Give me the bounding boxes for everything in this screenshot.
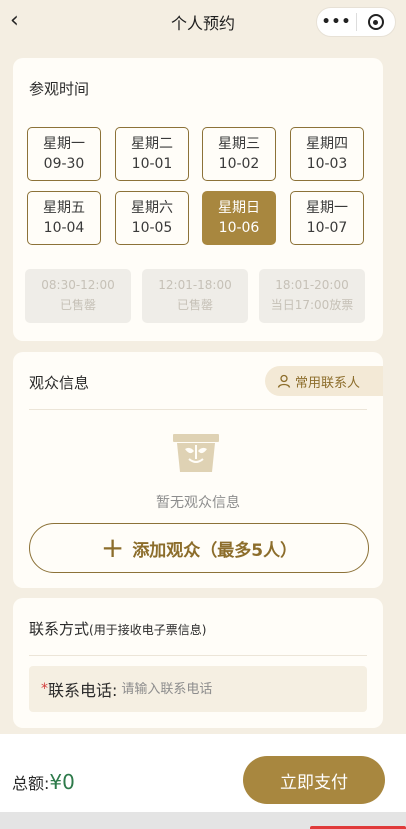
phone-label: 联系电话: [48, 681, 118, 700]
contact-title-note: (用于接收电子票信息) [89, 623, 207, 637]
time-slot-pending: 18:01-20:00 当日17:00放票 [259, 269, 365, 323]
date-option[interactable]: 星期一 09-30 [27, 127, 101, 181]
add-audience-button[interactable]: + 添加观众（最多5人） [29, 523, 369, 573]
close-target-icon[interactable] [357, 14, 395, 30]
slot-status: 已售罄 [59, 298, 96, 312]
time-slot-sold-out: 08:30-12:00 已售罄 [25, 269, 131, 323]
slot-status: 当日17:00放票 [270, 298, 354, 312]
date-option[interactable]: 星期四 10-03 [290, 127, 364, 181]
contact-title-text: 联系方式 [29, 620, 90, 638]
slot-time: 12:01-18:00 [158, 278, 232, 292]
time-slot-sold-out: 12:01-18:00 已售罄 [142, 269, 248, 323]
date-value: 10-07 [306, 220, 348, 236]
audience-title: 观众信息 [29, 374, 90, 392]
date-day: 星期一 [306, 200, 348, 216]
date-value: 10-01 [131, 156, 173, 172]
date-option[interactable]: 星期五 10-04 [27, 191, 101, 245]
total-label: 总额: [12, 774, 50, 793]
date-value: 10-03 [306, 156, 348, 172]
date-value: 10-05 [131, 220, 173, 236]
date-option[interactable]: 星期三 10-02 [202, 127, 276, 181]
divider [29, 409, 367, 410]
date-day: 星期三 [218, 136, 260, 152]
date-day: 星期一 [43, 136, 85, 152]
contact-title: 联系方式(用于接收电子票信息) [29, 618, 206, 639]
mini-program-capsule: ••• [316, 7, 396, 37]
audience-card: 观众信息 常用联系人 暂无观众信息 + 添加观众（最多5人） [13, 352, 383, 588]
date-option[interactable]: 星期六 10-05 [115, 191, 189, 245]
slot-status: 已售罄 [176, 298, 213, 312]
frequent-contacts-label: 常用联系人 [295, 375, 361, 391]
empty-bronze-mask-icon [173, 434, 219, 472]
empty-audience-text: 暂无观众信息 [156, 495, 240, 511]
date-day: 星期四 [306, 136, 348, 152]
visit-time-card: 参观时间 星期一 09-30 星期二 10-01 星期三 10-02 星期四 1… [13, 58, 383, 341]
required-mark: * [41, 681, 48, 697]
checkout-bar: 总额:¥0 立即支付 [0, 734, 406, 812]
add-audience-label: 添加观众（最多5人） [132, 540, 298, 561]
date-value: 10-04 [43, 220, 85, 236]
date-option[interactable]: 星期二 10-01 [115, 127, 189, 181]
plus-icon: + [100, 531, 125, 564]
phone-input[interactable] [121, 681, 322, 697]
date-value: 09-30 [43, 156, 85, 172]
date-option-selected[interactable]: 星期日 10-06 [202, 191, 276, 245]
date-day: 星期日 [218, 200, 260, 216]
phone-field-row[interactable]: * 联系电话: [29, 666, 367, 712]
date-value: 10-06 [218, 220, 260, 236]
chevron-left-icon[interactable]: ‹ [10, 8, 19, 33]
slot-time: 08:30-12:00 [41, 278, 115, 292]
slot-time: 18:01-20:00 [275, 278, 349, 292]
frequent-contacts-button[interactable]: 常用联系人 [265, 366, 383, 396]
page-title: 个人预约 [170, 14, 235, 33]
more-icon[interactable]: ••• [317, 14, 356, 30]
date-value: 10-02 [218, 156, 260, 172]
date-day: 星期二 [131, 136, 173, 152]
divider [29, 655, 367, 656]
pay-now-button[interactable]: 立即支付 [243, 756, 385, 804]
total: 总额:¥0 [12, 770, 75, 794]
nav-bar: ‹ 个人预约 ••• [0, 0, 406, 44]
visit-time-title: 参观时间 [29, 80, 90, 98]
person-icon [277, 374, 291, 388]
contact-card: 联系方式(用于接收电子票信息) * 联系电话: [13, 598, 383, 728]
date-day: 星期五 [43, 200, 85, 216]
date-day: 星期六 [131, 200, 173, 216]
date-option[interactable]: 星期一 10-07 [290, 191, 364, 245]
total-amount: ¥0 [49, 770, 75, 794]
